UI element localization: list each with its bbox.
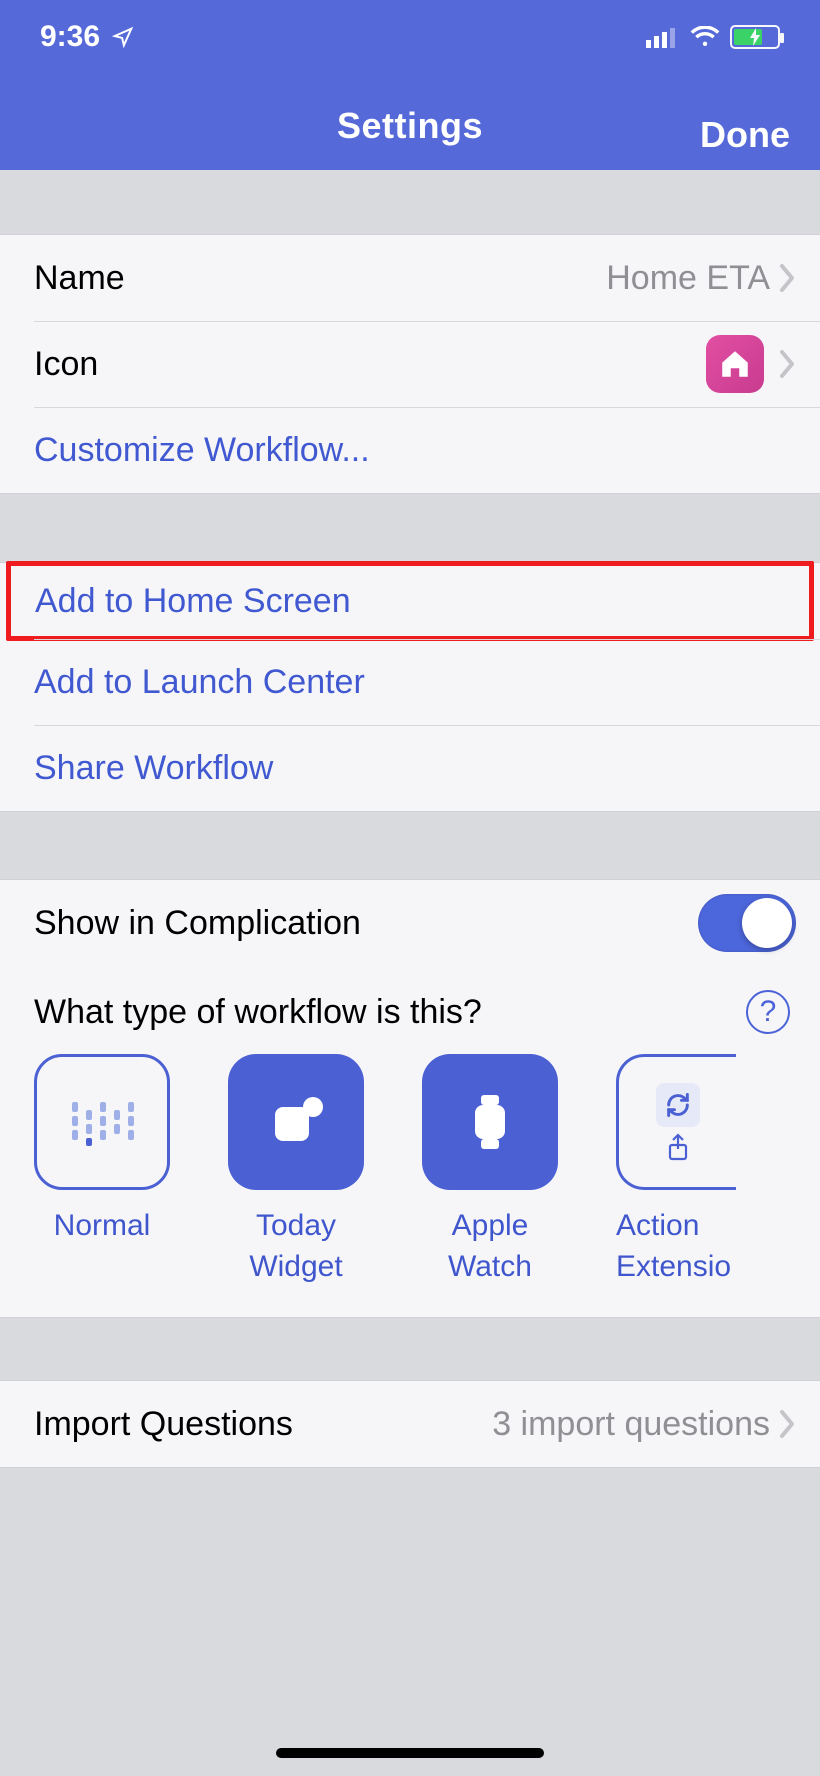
status-time: 9:36 — [40, 22, 100, 52]
section-gap — [0, 1468, 820, 1538]
battery-icon — [730, 25, 780, 49]
type-today-widget[interactable]: Today Widget — [228, 1054, 364, 1287]
import-questions-value: 3 import questions — [492, 1405, 770, 1444]
section-gap — [0, 494, 820, 562]
type-apple-watch-tile — [422, 1054, 558, 1190]
section-gap — [0, 812, 820, 879]
type-action-extension-label: Action Extensio — [616, 1206, 736, 1287]
type-normal[interactable]: Normal — [34, 1054, 170, 1287]
section-details: Name Home ETA Icon Customize Workflow... — [0, 234, 820, 494]
show-in-complication-label: Show in Complication — [34, 904, 361, 943]
share-icon — [666, 1133, 690, 1161]
section-gap — [0, 170, 820, 234]
normal-icon — [62, 1082, 142, 1162]
status-bar: 9:36 — [0, 0, 820, 52]
section-import: Import Questions 3 import questions — [0, 1380, 820, 1468]
workflow-type-cards: Normal Today Widget Apple Watch — [0, 1054, 820, 1287]
chevron-right-icon — [778, 1410, 796, 1438]
add-to-launch-center-row[interactable]: Add to Launch Center — [0, 639, 820, 725]
name-value: Home ETA — [606, 259, 770, 298]
customize-workflow-label: Customize Workflow... — [34, 431, 370, 470]
add-to-home-screen-row[interactable]: Add to Home Screen — [6, 561, 814, 641]
type-apple-watch[interactable]: Apple Watch — [422, 1054, 558, 1287]
import-questions-row[interactable]: Import Questions 3 import questions — [0, 1381, 820, 1467]
icon-row[interactable]: Icon — [0, 321, 820, 407]
share-workflow-row[interactable]: Share Workflow — [0, 725, 820, 811]
name-row[interactable]: Name Home ETA — [0, 235, 820, 321]
type-today-widget-label: Today Widget — [249, 1206, 342, 1287]
today-widget-icon — [261, 1087, 331, 1157]
type-today-widget-tile — [228, 1054, 364, 1190]
name-label: Name — [34, 259, 125, 298]
help-icon[interactable]: ? — [746, 990, 790, 1034]
customize-workflow-row[interactable]: Customize Workflow... — [0, 407, 820, 493]
chevron-right-icon — [778, 350, 796, 378]
page-title: Settings — [337, 105, 483, 147]
workflow-icon-preview — [706, 335, 764, 393]
show-in-complication-row[interactable]: Show in Complication — [0, 880, 820, 966]
home-icon — [718, 347, 752, 381]
wifi-icon — [690, 26, 720, 48]
icon-label: Icon — [34, 345, 98, 384]
nav-bar: Settings Done — [0, 96, 820, 156]
section-gap — [0, 1318, 820, 1380]
complication-toggle[interactable] — [698, 894, 796, 952]
add-to-home-screen-label: Add to Home Screen — [35, 582, 351, 621]
type-apple-watch-label: Apple Watch — [448, 1206, 532, 1287]
workflow-type-question: What type of workflow is this? — [34, 993, 482, 1032]
import-questions-label: Import Questions — [34, 1405, 293, 1444]
done-button[interactable]: Done — [700, 114, 790, 156]
sync-icon — [664, 1091, 692, 1119]
type-normal-tile — [34, 1054, 170, 1190]
chevron-right-icon — [778, 264, 796, 292]
location-icon — [112, 26, 134, 48]
add-to-launch-center-label: Add to Launch Center — [34, 663, 365, 702]
type-action-extension-tile — [616, 1054, 736, 1190]
header: 9:36 Settings Done — [0, 0, 820, 170]
cellular-icon — [646, 26, 680, 48]
type-normal-label: Normal — [54, 1206, 151, 1247]
apple-watch-icon — [455, 1087, 525, 1157]
section-actions: Add to Home Screen Add to Launch Center … — [0, 562, 820, 812]
share-workflow-label: Share Workflow — [34, 749, 273, 788]
section-type: Show in Complication What type of workfl… — [0, 879, 820, 1318]
home-indicator[interactable] — [276, 1748, 544, 1758]
type-action-extension[interactable]: Action Extensio — [616, 1054, 736, 1287]
